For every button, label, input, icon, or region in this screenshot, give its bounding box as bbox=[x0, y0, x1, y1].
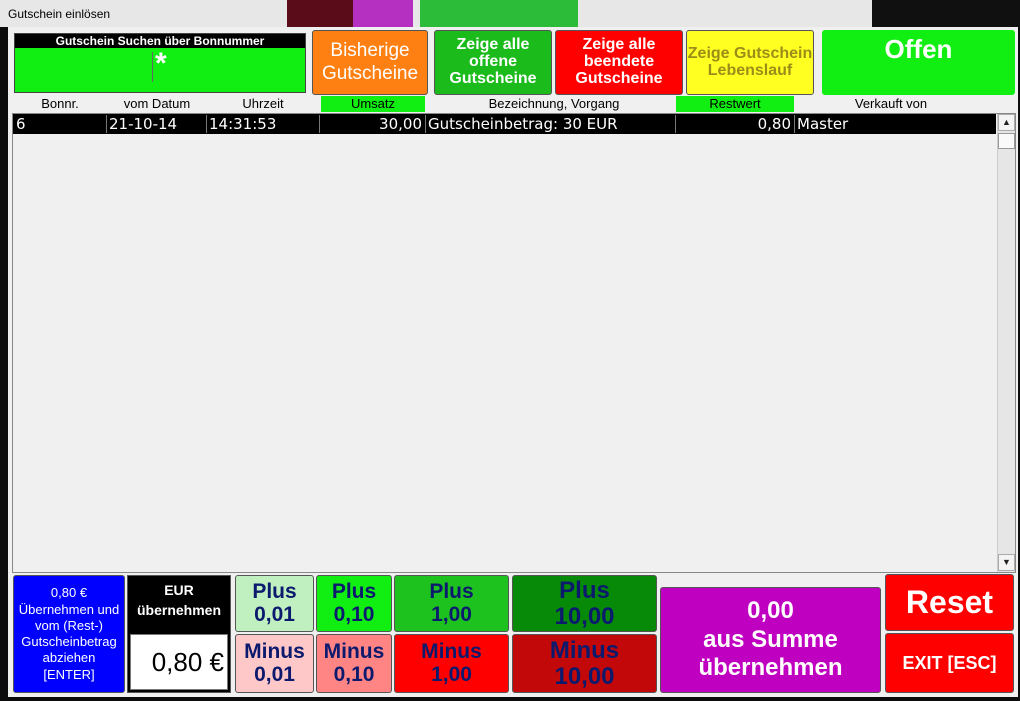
table-row-divider bbox=[675, 115, 676, 133]
exit-button[interactable]: EXIT [ESC] bbox=[885, 633, 1014, 693]
scroll-down-arrow-icon[interactable]: ▼ bbox=[998, 554, 1015, 571]
cell-description: Gutscheinbetrag: 30 EUR bbox=[428, 115, 618, 133]
vertical-scrollbar[interactable]: ▲ ▼ bbox=[997, 114, 1015, 572]
cell-revenue: 30,00 bbox=[379, 115, 422, 133]
minus-value: 0,10 bbox=[333, 662, 375, 686]
background-window-tab bbox=[287, 0, 353, 27]
show-open-vouchers-button[interactable]: Zeige alle offene Gutscheine bbox=[434, 30, 552, 95]
search-box[interactable]: Gutschein Suchen über Bonnummer * bbox=[14, 33, 306, 93]
column-header-description[interactable]: Bezeichnung, Vorgang bbox=[428, 96, 680, 112]
plus-value: 0,01 bbox=[254, 602, 295, 626]
sum-amount: 0,00 bbox=[747, 596, 794, 624]
cell-remaining: 0,80 bbox=[757, 115, 791, 133]
minus-label: Minus bbox=[323, 640, 385, 664]
reset-button[interactable]: Reset bbox=[885, 574, 1014, 631]
eur-amount-panel: EUR übernehmen 0,80 € bbox=[127, 575, 231, 693]
minus-value: 0,01 bbox=[254, 662, 295, 686]
table-row-divider bbox=[794, 115, 795, 133]
table-row-divider bbox=[319, 115, 320, 133]
eur-amount-field[interactable]: 0,80 € bbox=[130, 634, 228, 690]
column-header-time[interactable]: Uhrzeit bbox=[208, 96, 318, 112]
minus-label: Minus bbox=[421, 640, 482, 664]
column-header-remaining[interactable]: Restwert bbox=[676, 96, 794, 112]
cell-sold-by: Master bbox=[797, 115, 849, 133]
plus-0-10-button[interactable]: Plus 0,10 bbox=[316, 575, 392, 632]
background-window-tab bbox=[353, 0, 413, 27]
column-header-sold-by[interactable]: Verkauft von bbox=[796, 96, 986, 112]
background-window-tab bbox=[420, 0, 578, 27]
plus-label: Plus bbox=[331, 580, 377, 604]
sum-label: aus Summe übernehmen bbox=[698, 625, 843, 682]
search-cursor bbox=[152, 52, 153, 82]
table-row-divider bbox=[106, 115, 107, 133]
minus-0-01-button[interactable]: Minus 0,01 bbox=[235, 634, 314, 693]
plus-1-00-button[interactable]: Plus 1,00 bbox=[394, 575, 509, 632]
minus-label: Minus bbox=[244, 640, 305, 664]
plus-label: Plus bbox=[429, 580, 474, 604]
cell-time: 14:31:53 bbox=[209, 115, 277, 133]
plus-label: Plus bbox=[252, 580, 297, 604]
plus-label: Plus bbox=[559, 577, 610, 605]
minus-value: 1,00 bbox=[431, 662, 472, 686]
plus-10-00-button[interactable]: Plus 10,00 bbox=[512, 575, 657, 632]
title-bar: Gutschein einlösen bbox=[0, 0, 1020, 27]
show-closed-vouchers-button[interactable]: Zeige alle beendete Gutscheine bbox=[555, 30, 683, 95]
plus-value: 0,10 bbox=[333, 602, 375, 626]
voucher-window: Gutschein Suchen über Bonnummer * Bisher… bbox=[8, 27, 1018, 697]
apply-remaining-button[interactable]: 0,80 € Übernehmen und vom (Rest-) Gutsch… bbox=[13, 575, 125, 693]
scroll-thumb[interactable] bbox=[998, 133, 1015, 149]
column-header-date[interactable]: vom Datum bbox=[107, 96, 207, 112]
column-header-bonnr[interactable]: Bonnr. bbox=[14, 96, 106, 112]
table-row-divider bbox=[206, 115, 207, 133]
plus-value: 10,00 bbox=[554, 602, 615, 630]
search-label: Gutschein Suchen über Bonnummer bbox=[15, 34, 305, 48]
cell-bonnr: 6 bbox=[16, 115, 26, 133]
search-input[interactable]: * bbox=[155, 48, 167, 80]
window-title: Gutschein einlösen bbox=[8, 7, 111, 21]
background-window-tab bbox=[872, 0, 1020, 27]
voucher-history-button[interactable]: Zeige Gutschein Lebenslauf bbox=[686, 30, 814, 95]
voucher-table bbox=[12, 113, 1016, 573]
column-header-revenue[interactable]: Umsatz bbox=[321, 96, 425, 112]
table-row-divider bbox=[425, 115, 426, 133]
minus-0-10-button[interactable]: Minus 0,10 bbox=[316, 634, 392, 693]
minus-1-00-button[interactable]: Minus 1,00 bbox=[394, 634, 509, 693]
plus-0-01-button[interactable]: Plus 0,01 bbox=[235, 575, 314, 632]
status-open-badge: Offen bbox=[822, 30, 1015, 95]
scroll-up-arrow-icon[interactable]: ▲ bbox=[998, 114, 1015, 131]
eur-label: EUR übernehmen bbox=[136, 582, 221, 618]
minus-10-00-button[interactable]: Minus 10,00 bbox=[512, 634, 657, 693]
previous-vouchers-button[interactable]: Bisherige Gutscheine bbox=[312, 30, 428, 95]
plus-value: 1,00 bbox=[431, 602, 472, 626]
minus-label: Minus bbox=[549, 637, 620, 665]
apply-from-sum-button[interactable]: 0,00 aus Summe übernehmen bbox=[660, 587, 881, 693]
minus-value: 10,00 bbox=[554, 662, 615, 690]
cell-date: 21-10-14 bbox=[109, 115, 178, 133]
